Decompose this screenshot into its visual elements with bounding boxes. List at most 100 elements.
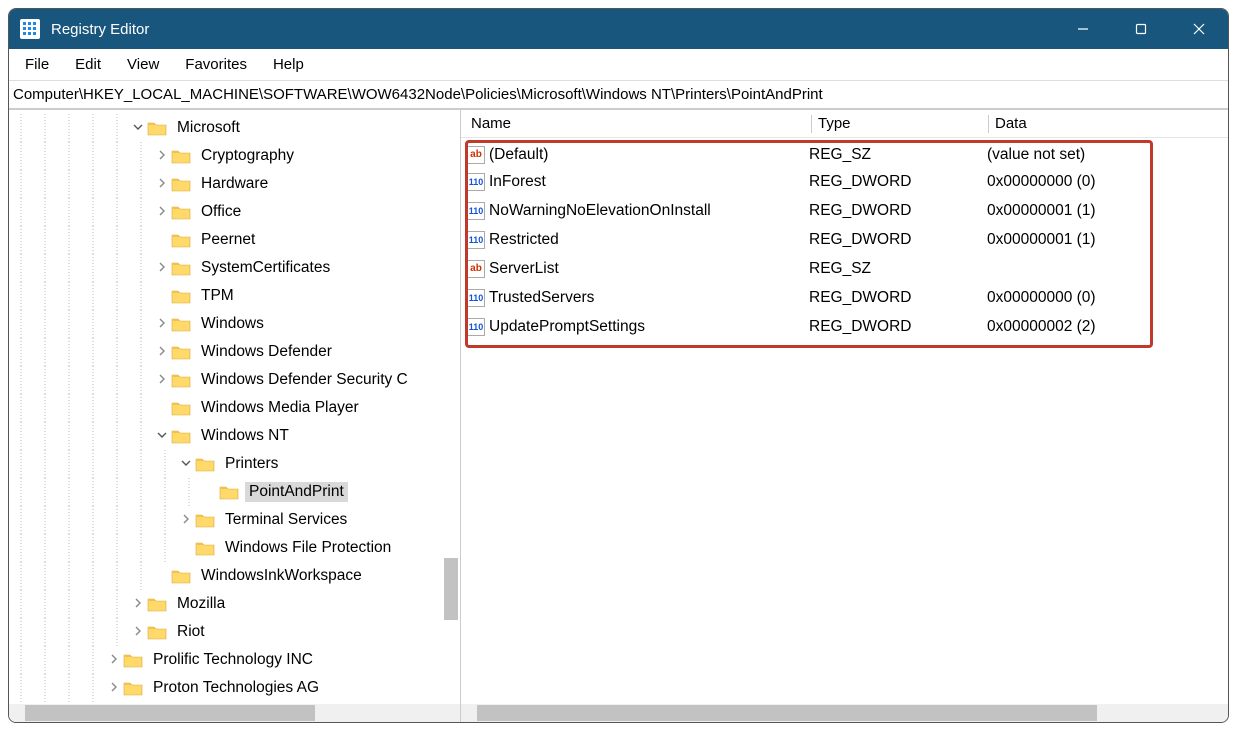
tree-node-windows-defender-security-c[interactable]: Windows Defender Security C <box>9 366 460 394</box>
values-list[interactable]: ab(Default)REG_SZ(value not set)110InFor… <box>461 138 1228 704</box>
chevron-right-icon[interactable] <box>129 598 147 611</box>
col-type[interactable]: Type <box>812 115 988 132</box>
tree-node-microsoft[interactable]: Microsoft <box>9 114 460 142</box>
tree-node-tpm[interactable]: TPM <box>9 282 460 310</box>
tree-node-windows-media-player[interactable]: Windows Media Player <box>9 394 460 422</box>
tree-node-label: Windows NT <box>197 426 293 446</box>
chevron-right-icon[interactable] <box>153 374 171 387</box>
tree-spacer <box>177 542 195 554</box>
tree-node-label: Microsoft <box>173 118 244 138</box>
tree-node-label: Office <box>197 202 245 222</box>
chevron-right-icon[interactable] <box>177 514 195 527</box>
values-hscroll-thumb[interactable] <box>477 705 1097 721</box>
tree-node-windowsinkworkspace[interactable]: WindowsInkWorkspace <box>9 562 460 590</box>
value-type: REG_SZ <box>809 146 987 164</box>
chevron-right-icon[interactable] <box>105 654 123 667</box>
tree-node-office[interactable]: Office <box>9 198 460 226</box>
menu-favorites[interactable]: Favorites <box>175 52 257 77</box>
tree-node-proton-technologies-ag[interactable]: Proton Technologies AG <box>9 674 460 702</box>
value-name: ServerList <box>489 260 809 278</box>
maximize-button[interactable] <box>1112 9 1170 49</box>
chevron-right-icon[interactable] <box>153 206 171 219</box>
chevron-down-icon[interactable] <box>153 430 171 443</box>
value-data: 0x00000001 (1) <box>987 231 1228 249</box>
menu-view[interactable]: View <box>117 52 169 77</box>
value-type: REG_DWORD <box>809 202 987 220</box>
tree-node-systemcertificates[interactable]: SystemCertificates <box>9 254 460 282</box>
menu-file[interactable]: File <box>15 52 59 77</box>
tree-node-printers[interactable]: Printers <box>9 450 460 478</box>
value-row-trustedservers[interactable]: 110TrustedServersREG_DWORD0x00000000 (0) <box>461 283 1228 312</box>
reg-sz-icon: ab <box>467 146 485 164</box>
folder-icon <box>195 540 215 556</box>
tree-vscroll-thumb[interactable] <box>444 558 458 620</box>
folder-icon <box>147 120 167 136</box>
tree-node-windows-defender[interactable]: Windows Defender <box>9 338 460 366</box>
tree-node-label: Cryptography <box>197 146 298 166</box>
value-name: NoWarningNoElevationOnInstall <box>489 202 809 220</box>
address-bar[interactable]: Computer\HKEY_LOCAL_MACHINE\SOFTWARE\WOW… <box>9 81 1228 109</box>
folder-icon <box>171 344 191 360</box>
value-row-restricted[interactable]: 110RestrictedREG_DWORD0x00000001 (1) <box>461 225 1228 254</box>
tree-node-pointandprint[interactable]: PointAndPrint <box>9 478 460 506</box>
tree-node-label: Windows Defender <box>197 342 336 362</box>
tree-node-prolific-technology-inc[interactable]: Prolific Technology INC <box>9 646 460 674</box>
tree-node-windows-nt[interactable]: Windows NT <box>9 422 460 450</box>
folder-icon <box>171 372 191 388</box>
minimize-button[interactable] <box>1054 9 1112 49</box>
tree-node-terminal-services[interactable]: Terminal Services <box>9 506 460 534</box>
value-row--default-[interactable]: ab(Default)REG_SZ(value not set) <box>461 138 1228 167</box>
value-data: 0x00000000 (0) <box>987 173 1228 191</box>
tree-node-windows[interactable]: Windows <box>9 310 460 338</box>
value-type: REG_DWORD <box>809 231 987 249</box>
registry-editor-window: Registry Editor File Edit View Favorites… <box>8 8 1229 723</box>
reg-dword-icon: 110 <box>467 202 485 220</box>
tree-node-label: Prolific Technology INC <box>149 650 317 670</box>
tree-node-label: Hardware <box>197 174 272 194</box>
tree-node-windows-file-protection[interactable]: Windows File Protection <box>9 534 460 562</box>
value-row-updatepromptsettings[interactable]: 110UpdatePromptSettingsREG_DWORD0x000000… <box>461 312 1228 341</box>
tree-node-label: Mozilla <box>173 594 229 614</box>
chevron-right-icon[interactable] <box>129 626 147 639</box>
menu-help[interactable]: Help <box>263 52 314 77</box>
col-data[interactable]: Data <box>989 115 1228 132</box>
folder-icon <box>219 484 239 500</box>
value-row-inforest[interactable]: 110InForestREG_DWORD0x00000000 (0) <box>461 167 1228 196</box>
value-name: Restricted <box>489 231 809 249</box>
chevron-right-icon[interactable] <box>105 682 123 695</box>
folder-icon <box>123 652 143 668</box>
chevron-right-icon[interactable] <box>153 262 171 275</box>
reg-dword-icon: 110 <box>467 231 485 249</box>
chevron-right-icon[interactable] <box>153 318 171 331</box>
tree-spacer <box>153 290 171 302</box>
tree-node-mozilla[interactable]: Mozilla <box>9 590 460 618</box>
registry-tree[interactable]: Microsoft Cryptography Hardware Office Peer… <box>9 110 460 704</box>
tree-spacer <box>201 486 219 498</box>
folder-icon <box>171 204 191 220</box>
chevron-right-icon[interactable] <box>153 178 171 191</box>
value-type: REG_DWORD <box>809 173 987 191</box>
chevron-right-icon[interactable] <box>153 150 171 163</box>
value-row-nowarningnoelevationoninstall[interactable]: 110NoWarningNoElevationOnInstallREG_DWOR… <box>461 196 1228 225</box>
titlebar[interactable]: Registry Editor <box>9 9 1228 49</box>
reg-dword-icon: 110 <box>467 318 485 336</box>
values-hscroll[interactable] <box>461 704 1228 722</box>
chevron-right-icon[interactable] <box>153 346 171 359</box>
tree-node-label: Windows <box>197 314 268 334</box>
tree-node-cryptography[interactable]: Cryptography <box>9 142 460 170</box>
tree-node-hardware[interactable]: Hardware <box>9 170 460 198</box>
app-icon <box>19 18 41 40</box>
value-row-serverlist[interactable]: abServerListREG_SZ <box>461 254 1228 283</box>
menubar: File Edit View Favorites Help <box>9 49 1228 81</box>
tree-node-peernet[interactable]: Peernet <box>9 226 460 254</box>
tree-hscroll[interactable] <box>9 704 460 722</box>
close-button[interactable] <box>1170 9 1228 49</box>
col-name[interactable]: Name <box>465 115 811 132</box>
menu-edit[interactable]: Edit <box>65 52 111 77</box>
tree-hscroll-thumb[interactable] <box>25 705 315 721</box>
chevron-down-icon[interactable] <box>129 122 147 135</box>
chevron-down-icon[interactable] <box>177 458 195 471</box>
tree-node-riot[interactable]: Riot <box>9 618 460 646</box>
value-type: REG_DWORD <box>809 289 987 307</box>
folder-icon <box>171 260 191 276</box>
